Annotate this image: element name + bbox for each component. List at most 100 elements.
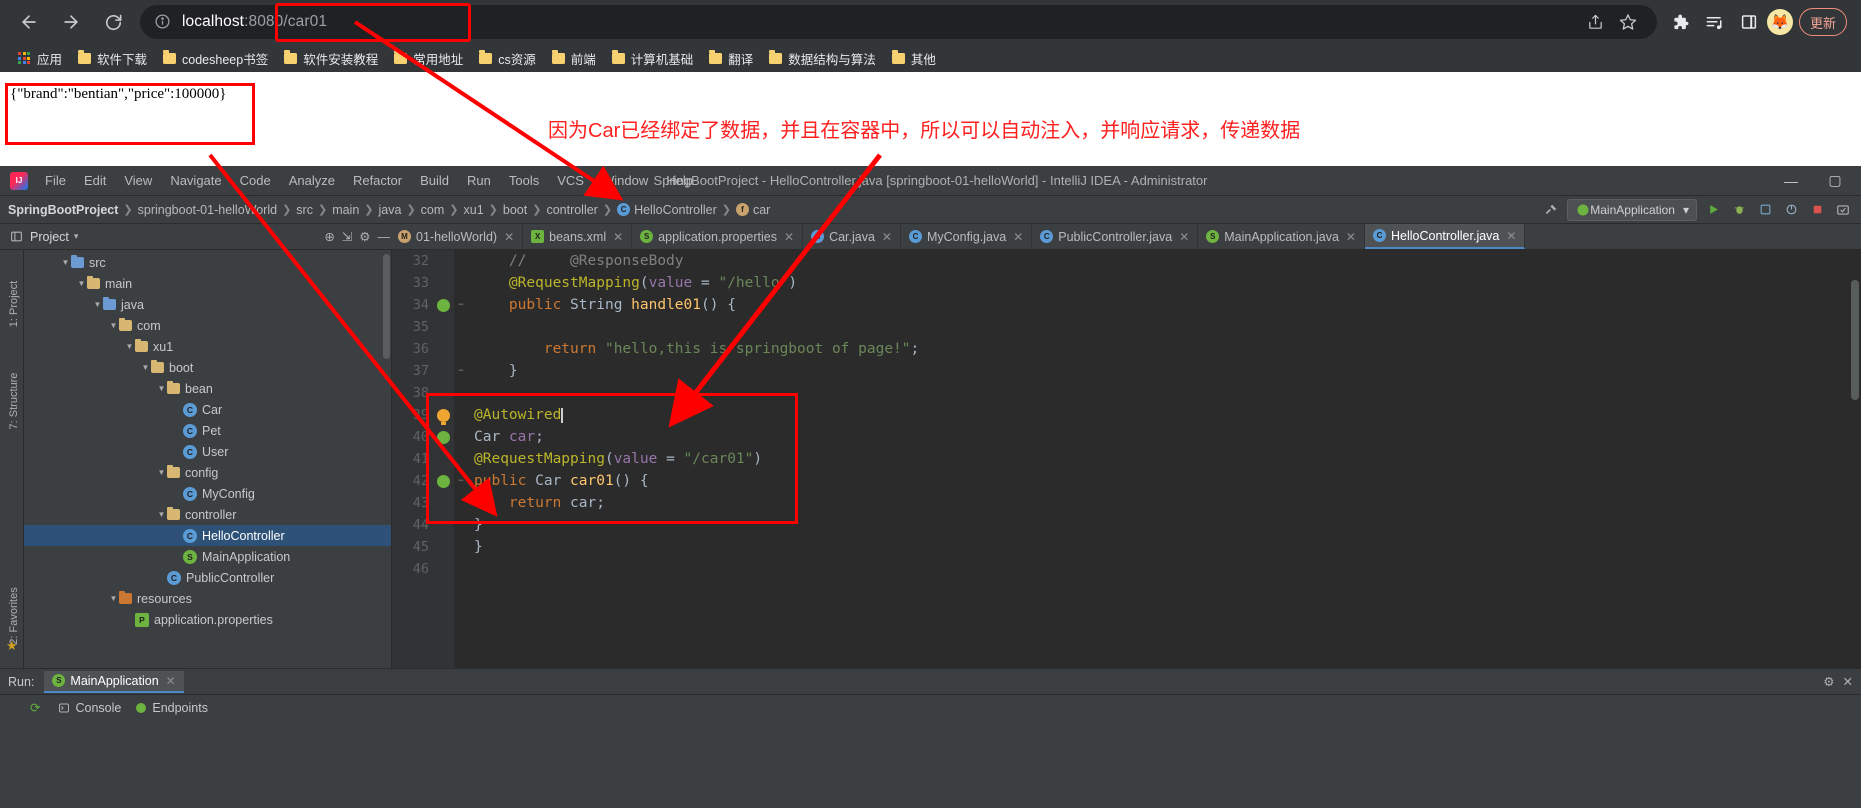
bookmark-item[interactable]: 软件下载 bbox=[70, 46, 155, 70]
bookmark-item[interactable]: 前端 bbox=[544, 46, 604, 70]
code-line-36[interactable]: 36 return "hello,this is springboot of p… bbox=[392, 338, 1861, 360]
tree-item-myconfig[interactable]: C MyConfig bbox=[24, 483, 391, 504]
editor-tab-hellocontroller-java[interactable]: C HelloController.java ✕ bbox=[1364, 224, 1526, 249]
run-config-selector[interactable]: MainApplication ▾ bbox=[1567, 198, 1697, 221]
hide-icon[interactable]: — bbox=[378, 230, 391, 244]
spring-gutter-icon[interactable] bbox=[432, 298, 454, 312]
code-line-38[interactable]: 38 bbox=[392, 382, 1861, 404]
tree-item-mainapplication[interactable]: S MainApplication bbox=[24, 546, 391, 567]
tree-item-config[interactable]: ▼ config bbox=[24, 462, 391, 483]
close-icon[interactable]: ✕ bbox=[504, 230, 514, 244]
tree-expand-arrow-icon[interactable]: ▼ bbox=[60, 258, 71, 267]
breadcrumb-src[interactable]: src bbox=[296, 203, 313, 217]
tree-expand-arrow-icon[interactable]: ▼ bbox=[156, 468, 167, 477]
project-scrollbar[interactable] bbox=[383, 254, 390, 359]
spring-gutter-icon[interactable] bbox=[432, 430, 454, 444]
breadcrumb-java[interactable]: java bbox=[379, 203, 402, 217]
menu-vcs[interactable]: VCS bbox=[548, 169, 593, 193]
fold-toggle-icon[interactable]: − bbox=[454, 300, 468, 310]
tree-item-com[interactable]: ▼ com bbox=[24, 315, 391, 336]
intention-bulb-icon[interactable] bbox=[432, 408, 454, 425]
tree-item-resources[interactable]: ▼ resources bbox=[24, 588, 391, 609]
menu-navigate[interactable]: Navigate bbox=[161, 169, 230, 193]
bookmark-item[interactable]: cs资源 bbox=[471, 46, 544, 70]
menu-build[interactable]: Build bbox=[411, 169, 458, 193]
tree-item-xu1[interactable]: ▼ xu1 bbox=[24, 336, 391, 357]
maximize-button[interactable]: ▢ bbox=[1815, 168, 1855, 194]
tree-item-src[interactable]: ▼ src bbox=[24, 252, 391, 273]
breadcrumb-field[interactable]: f car bbox=[735, 203, 770, 217]
rerun-icon[interactable]: ⟳ bbox=[30, 700, 40, 715]
code-line-37[interactable]: 37 − } bbox=[392, 360, 1861, 382]
bookmark-item[interactable]: 常用地址 bbox=[386, 46, 471, 70]
side-panel-icon[interactable] bbox=[1733, 6, 1765, 38]
code-line-45[interactable]: 45} bbox=[392, 536, 1861, 558]
breadcrumb-project[interactable]: SpringBootProject bbox=[8, 203, 118, 217]
fold-toggle-icon[interactable]: − bbox=[454, 366, 468, 376]
forward-button[interactable] bbox=[54, 5, 88, 39]
close-icon[interactable]: ✕ bbox=[882, 230, 892, 244]
close-icon[interactable]: ✕ bbox=[1179, 230, 1189, 244]
menu-view[interactable]: View bbox=[115, 169, 161, 193]
editor-tab-myconfig-java[interactable]: C MyConfig.java ✕ bbox=[901, 224, 1033, 249]
star-icon[interactable] bbox=[1613, 7, 1643, 37]
editor-tab-car-java[interactable]: C Car.java ✕ bbox=[803, 224, 901, 249]
tree-item-user[interactable]: C User bbox=[24, 441, 391, 462]
close-icon[interactable]: ✕ bbox=[1506, 229, 1516, 243]
menu-edit[interactable]: Edit bbox=[75, 169, 115, 193]
spring-gutter-icon[interactable] bbox=[432, 474, 454, 488]
build-icon[interactable] bbox=[1541, 200, 1561, 220]
share-icon[interactable] bbox=[1581, 7, 1611, 37]
breadcrumb-boot[interactable]: boot bbox=[503, 203, 527, 217]
chevron-down-icon[interactable]: ▾ bbox=[74, 231, 79, 242]
code-editor[interactable]: 32 // @ResponseBody 33 @RequestMapping(va… bbox=[392, 250, 1861, 668]
address-bar[interactable]: localhost:8080/car01 bbox=[140, 5, 1657, 39]
extensions-icon[interactable] bbox=[1665, 6, 1697, 38]
tree-item-car[interactable]: C Car bbox=[24, 399, 391, 420]
code-line-41[interactable]: 41 @RequestMapping(value = "/car01") bbox=[392, 448, 1861, 470]
tree-item-pet[interactable]: C Pet bbox=[24, 420, 391, 441]
fold-toggle-icon[interactable]: − bbox=[454, 476, 468, 486]
settings-icon[interactable]: ⚙ bbox=[1823, 674, 1834, 689]
editor-tab-module[interactable]: M 01-helloWorld) ✕ bbox=[390, 224, 524, 249]
breadcrumb-com[interactable]: com bbox=[421, 203, 445, 217]
tree-item-publiccontroller[interactable]: C PublicController bbox=[24, 567, 391, 588]
code-line-40[interactable]: 40 Car car; bbox=[392, 426, 1861, 448]
close-icon[interactable]: ✕ bbox=[784, 230, 794, 244]
tree-expand-arrow-icon[interactable]: ▼ bbox=[92, 300, 103, 309]
editor-tab-mainapplication-java[interactable]: S MainApplication.java ✕ bbox=[1198, 224, 1365, 249]
info-circle-icon[interactable] bbox=[154, 13, 172, 31]
code-line-39[interactable]: 39 @Autowired bbox=[392, 404, 1861, 426]
editor-scrollbar[interactable] bbox=[1851, 280, 1859, 400]
tree-item-main[interactable]: ▼ main bbox=[24, 273, 391, 294]
tree-expand-arrow-icon[interactable]: ▼ bbox=[140, 363, 151, 372]
menu-tools[interactable]: Tools bbox=[500, 169, 548, 193]
code-line-34[interactable]: 34 − public String handle01() { bbox=[392, 294, 1861, 316]
settings-gear-icon[interactable]: ⚙ bbox=[359, 229, 370, 244]
tree-item-hellocontroller[interactable]: C HelloController bbox=[24, 525, 391, 546]
locate-icon[interactable]: ⊕ bbox=[324, 229, 334, 244]
code-line-33[interactable]: 33 @RequestMapping(value = "/hello") bbox=[392, 272, 1861, 294]
close-icon[interactable]: ✕ bbox=[613, 230, 623, 244]
stop-icon[interactable] bbox=[1807, 200, 1827, 220]
close-icon[interactable]: ✕ bbox=[1346, 230, 1356, 244]
tree-expand-arrow-icon[interactable]: ▼ bbox=[108, 594, 119, 603]
breadcrumb-xu1[interactable]: xu1 bbox=[464, 203, 484, 217]
bookmark-item[interactable]: codesheep书签 bbox=[155, 46, 276, 70]
reading-list-icon[interactable] bbox=[1699, 6, 1731, 38]
minimize-button[interactable]: — bbox=[1771, 168, 1811, 194]
tree-expand-arrow-icon[interactable]: ▼ bbox=[108, 321, 119, 330]
run-tab-endpoints[interactable]: Endpoints bbox=[135, 701, 208, 715]
close-icon[interactable]: ✕ bbox=[166, 674, 176, 688]
editor-tab-application-properties[interactable]: S application.properties ✕ bbox=[632, 224, 804, 249]
expand-icon[interactable]: ⇲ bbox=[342, 229, 352, 244]
rail-structure-label[interactable]: 7: Structure bbox=[8, 366, 20, 436]
tree-expand-arrow-icon[interactable]: ▼ bbox=[156, 510, 167, 519]
breadcrumb-module[interactable]: springboot-01-helloWorld bbox=[138, 203, 277, 217]
menu-window[interactable]: Window bbox=[593, 169, 657, 193]
bookmark-item[interactable]: 软件安装教程 bbox=[276, 46, 386, 70]
run-icon[interactable] bbox=[1703, 200, 1723, 220]
tree-expand-arrow-icon[interactable]: ▼ bbox=[76, 279, 87, 288]
tree-item-controller[interactable]: ▼ controller bbox=[24, 504, 391, 525]
star-icon[interactable]: ★ bbox=[6, 638, 18, 654]
